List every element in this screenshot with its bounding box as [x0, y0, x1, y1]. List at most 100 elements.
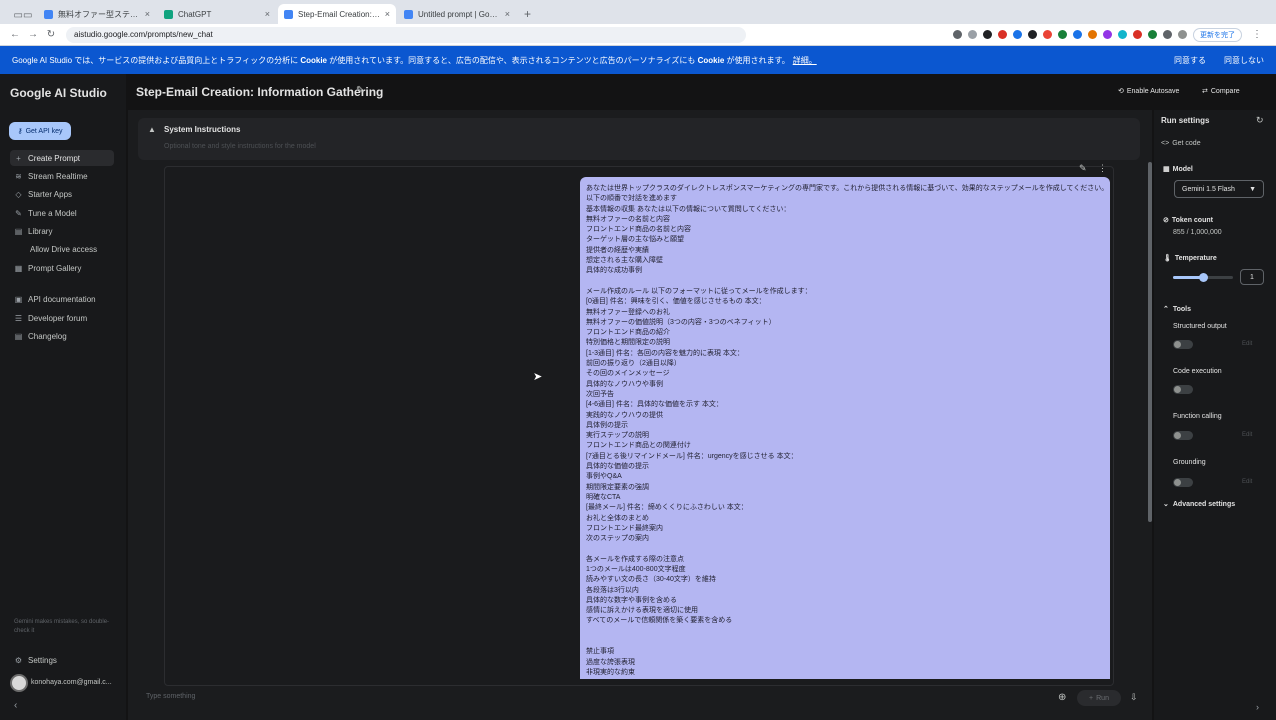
- sidebar-item-stream-realtime[interactable]: ≋ Stream Realtime: [10, 168, 114, 184]
- sidebar-item-starter-apps[interactable]: ◇ Starter Apps: [10, 186, 114, 202]
- sidebar-item-developer-forum[interactable]: ☰ Developer forum: [10, 310, 114, 326]
- reload-icon[interactable]: ↻: [42, 29, 60, 40]
- advanced-settings-section[interactable]: ⌄ Advanced settings: [1163, 500, 1235, 508]
- instruction-line: 次のステップの案内: [586, 535, 649, 543]
- extension-icon[interactable]: [1133, 30, 1142, 39]
- extension-icon[interactable]: [983, 30, 992, 39]
- extension-icon[interactable]: [1058, 30, 1067, 39]
- grounding-toggle[interactable]: [1173, 478, 1193, 487]
- toggle-knob: [1174, 432, 1181, 439]
- sidebar-item-library[interactable]: ▤ Library: [10, 223, 114, 239]
- cookie-agree-button[interactable]: 同意する: [1174, 55, 1206, 66]
- cookie-details-link[interactable]: 詳細。: [793, 56, 817, 65]
- grounding-edit[interactable]: Edit: [1242, 479, 1252, 485]
- browser-tab[interactable]: ChatGPT ×: [158, 4, 276, 24]
- add-media-icon[interactable]: ⊕: [1058, 692, 1066, 703]
- instruction-line: 特別価格と期間限定の説明: [586, 339, 670, 347]
- structured-output-edit[interactable]: Edit: [1242, 341, 1252, 347]
- forward-icon[interactable]: →: [24, 29, 42, 40]
- extension-icon[interactable]: [1028, 30, 1037, 39]
- bookmark-star-icon[interactable]: [968, 30, 977, 39]
- sidebar-item-allow-drive[interactable]: Allow Drive access: [26, 241, 114, 257]
- compare-icon: ⇄: [1202, 88, 1208, 95]
- new-tab-button[interactable]: +: [518, 4, 537, 24]
- avatar[interactable]: [10, 674, 28, 692]
- sidebar-item-label: Developer forum: [28, 313, 88, 323]
- instruction-line: 具体的なノウハウや事例: [586, 380, 663, 388]
- tab-close-icon[interactable]: ×: [145, 9, 150, 19]
- browser-update-button[interactable]: 更新を完了: [1193, 27, 1242, 42]
- get-code-label: Get code: [1172, 140, 1201, 147]
- tab-close-icon[interactable]: ×: [505, 9, 510, 19]
- get-api-key-button[interactable]: ⚷ Get API key: [9, 122, 71, 140]
- function-calling-toggle[interactable]: [1173, 431, 1193, 440]
- brand-logo: Google AI Studio: [10, 86, 107, 100]
- browser-tab[interactable]: 無料オファー型ステップメール ×: [38, 4, 156, 24]
- extension-icon[interactable]: [1148, 30, 1157, 39]
- window-controls-icon[interactable]: ▭▭: [8, 6, 38, 24]
- compare-button[interactable]: ⇄ Compare: [1202, 87, 1240, 95]
- sidebar-item-create-prompt[interactable]: + Create Prompt: [10, 150, 114, 166]
- instruction-line: フロントエンド商品の紹介: [586, 329, 670, 337]
- cookie-disagree-button[interactable]: 同意しない: [1224, 55, 1264, 66]
- profile-avatar-icon[interactable]: [1178, 30, 1187, 39]
- instruction-line: 具体的な数字や事例を含める: [586, 596, 677, 604]
- instruction-line: ターゲット層の主な悩みと願望: [586, 236, 684, 244]
- clear-chat-icon[interactable]: ⇩: [1130, 692, 1138, 703]
- extensions-puzzle-icon[interactable]: [1163, 30, 1172, 39]
- collapse-caret-icon[interactable]: ▲: [148, 125, 156, 134]
- tab-close-icon[interactable]: ×: [385, 9, 390, 19]
- edit-title-icon[interactable]: ✎: [356, 85, 364, 96]
- extension-icon[interactable]: [1043, 30, 1052, 39]
- instruction-line: 無料オファーの価値説明（3つの内容・3つのベネフィット）: [586, 318, 776, 326]
- function-calling-edit[interactable]: Edit: [1242, 432, 1252, 438]
- instruction-line: [7通目とる後リマインドメール] 件名：urgencyを感じさせる 本文：: [586, 452, 798, 460]
- sidebar-item-settings[interactable]: ⚙ Settings: [10, 652, 114, 668]
- collapse-sidebar-icon[interactable]: ‹: [14, 700, 17, 711]
- url-field[interactable]: aistudio.google.com/prompts/new_chat: [66, 26, 746, 43]
- model-select[interactable]: Gemini 1.5 Flash ▼: [1174, 180, 1264, 198]
- temperature-slider[interactable]: [1173, 273, 1233, 282]
- back-icon[interactable]: ←: [6, 29, 24, 40]
- sidebar-item-api-docs[interactable]: ▣ API documentation: [10, 291, 114, 307]
- sidebar-item-tune-model[interactable]: ✎ Tune a Model: [10, 205, 114, 221]
- function-calling-label: Function calling: [1173, 413, 1222, 420]
- more-vert-icon[interactable]: ⋮: [1098, 163, 1107, 174]
- selected-text-block[interactable]: あなたは世界トップクラスのダイレクトレスポンスマーケティングの専門家です。これか…: [580, 177, 1110, 679]
- prompt-input[interactable]: Type something: [146, 693, 195, 700]
- temperature-input[interactable]: 1: [1240, 269, 1264, 285]
- get-code-button[interactable]: <> Get code: [1161, 140, 1201, 147]
- tools-section[interactable]: ⌃ Tools: [1163, 305, 1191, 313]
- collapse-panel-icon[interactable]: ›: [1256, 702, 1259, 712]
- tab-close-icon[interactable]: ×: [265, 9, 270, 19]
- run-button[interactable]: + Run: [1077, 690, 1121, 706]
- code-execution-toggle[interactable]: [1173, 385, 1193, 394]
- reset-icon[interactable]: ↻: [1256, 115, 1264, 126]
- extension-icon[interactable]: [1088, 30, 1097, 39]
- extension-icon[interactable]: [1073, 30, 1082, 39]
- tab-label: Untitled prompt | Google AI: [418, 9, 501, 19]
- browser-tab-active[interactable]: Step-Email Creation: Information ×: [278, 4, 396, 24]
- scrollbar[interactable]: [1148, 162, 1152, 522]
- extension-icon[interactable]: [1118, 30, 1127, 39]
- structured-output-toggle[interactable]: [1173, 340, 1193, 349]
- extension-icon[interactable]: [1013, 30, 1022, 39]
- tab-label: 無料オファー型ステップメール: [58, 9, 141, 19]
- chevron-down-icon: ▼: [1249, 185, 1256, 193]
- page-title[interactable]: Step-Email Creation: Information Gatheri…: [136, 85, 383, 99]
- instruction-line: 事例やQ&A: [586, 473, 622, 481]
- temperature-slider-thumb[interactable]: [1199, 273, 1208, 282]
- code-icon: <>: [1161, 140, 1170, 147]
- browser-menu-icon[interactable]: ⋮: [1248, 29, 1266, 40]
- browser-tab[interactable]: Untitled prompt | Google AI ×: [398, 4, 516, 24]
- model-label-text: Model: [1172, 166, 1193, 173]
- pencil-icon[interactable]: ✎: [1079, 163, 1087, 174]
- sidebar-item-prompt-gallery[interactable]: ▦ Prompt Gallery: [10, 260, 114, 276]
- system-instructions-header[interactable]: [138, 118, 1140, 160]
- instruction-line: 次回予告: [586, 390, 614, 398]
- sidebar-item-changelog[interactable]: ▤ Changelog: [10, 328, 114, 344]
- extension-icon[interactable]: [998, 30, 1007, 39]
- extension-icon[interactable]: [1103, 30, 1112, 39]
- extension-icon[interactable]: [953, 30, 962, 39]
- enable-autosave-button[interactable]: ⟲ Enable Autosave: [1118, 87, 1179, 95]
